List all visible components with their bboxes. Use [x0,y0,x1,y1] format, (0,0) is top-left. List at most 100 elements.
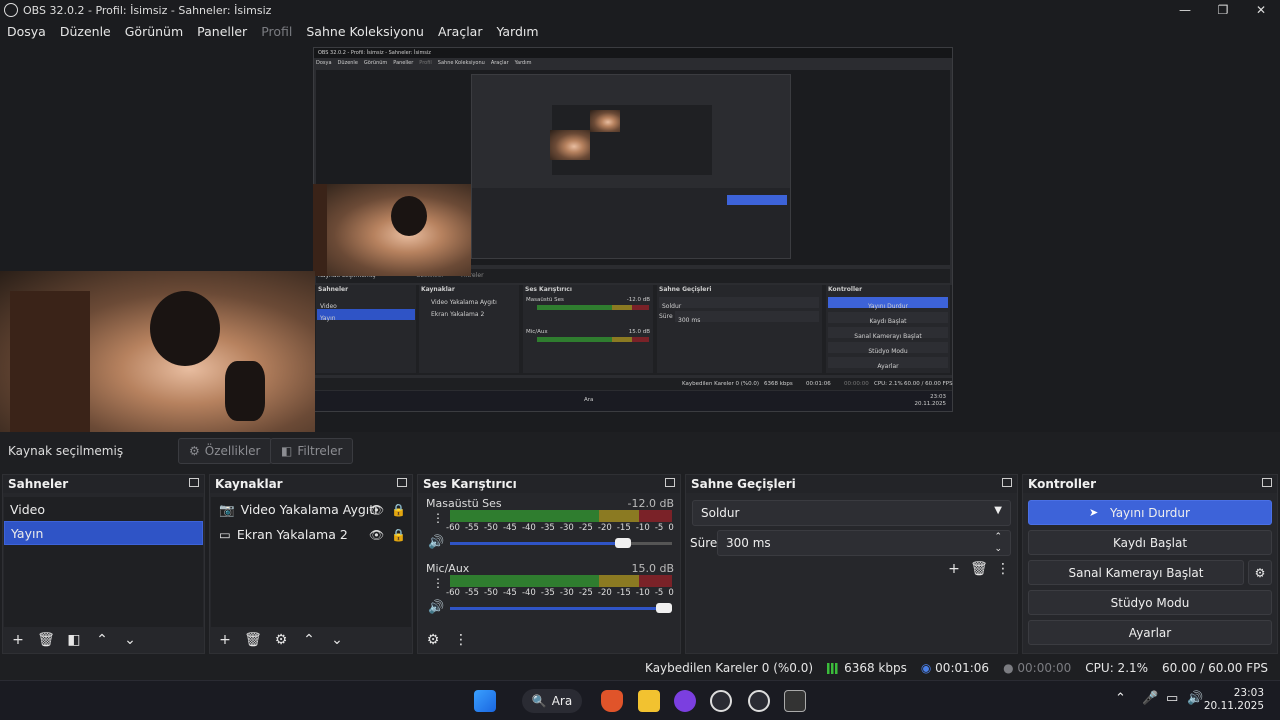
obs-taskbar-icon[interactable] [710,690,732,712]
undock-icon[interactable] [1002,478,1012,487]
undock-icon[interactable] [665,478,675,487]
minimize-button[interactable]: — [1166,0,1204,20]
nested-dock-title: Sahneler [318,286,349,293]
volume-slider[interactable] [450,603,672,613]
studio-mode-label: Stüdyo Modu [1110,595,1190,610]
record-timer: ● 00:00:00 [1003,661,1071,675]
stop-streaming-button[interactable]: Yayını Durdur [1028,500,1272,525]
webcam-overlay [0,271,315,449]
menu-profile[interactable]: Profil [254,24,299,39]
source-label: Ekran Yakalama 2 [236,527,348,542]
search-label: Ara [551,694,573,708]
menu-bar: Dosya Düzenle Görünüm Paneller Profil Sa… [0,20,1280,42]
studio-mode-button[interactable]: Stüdyo Modu [1028,590,1272,615]
speaker-icon[interactable]: 🔊 [428,600,444,615]
visibility-eye-icon[interactable]: 👁 [369,503,384,517]
transition-select[interactable]: Soldur ▼ [692,500,1011,526]
nested-menu-item: Sahne Koleksiyonu [437,60,485,66]
preview-canvas[interactable]: OBS 32.0.2 - Profil: İsimsiz - Sahneler:… [0,42,1280,449]
app-circle-icon[interactable] [748,690,770,712]
sources-list: 📷 Video Yakalama Aygıtı 👁 🔒 ▭ Ekran Yaka… [211,497,411,627]
move-down-icon[interactable]: ⌄ [121,632,139,648]
windows-start-icon[interactable] [474,690,496,712]
kebab-menu-icon[interactable]: ⋮ [994,561,1012,577]
trash-icon[interactable]: 🗑 [970,561,988,577]
move-down-icon[interactable]: ⌄ [328,632,346,648]
speaker-icon[interactable]: 🔊 [428,535,444,550]
move-up-icon[interactable]: ⌃ [93,632,111,648]
advanced-audio-gear-icon[interactable]: ⚙ [424,632,442,648]
virtual-camera-label: Sanal Kamerayı Başlat [1068,565,1204,580]
file-explorer-icon[interactable] [638,690,660,712]
spin-arrows-icon[interactable]: ⌃ ⌄ [994,531,1002,555]
undock-icon[interactable] [1262,478,1272,487]
scene-filter-icon[interactable]: ◧ [65,632,83,648]
menu-help[interactable]: Yardım [489,24,545,39]
scene-item-video[interactable]: Video [4,497,203,521]
menu-tools[interactable]: Araçlar [431,24,490,39]
add-icon[interactable]: + [945,561,963,577]
gear-icon[interactable]: ⚙ [272,632,290,648]
kebab-menu-icon[interactable]: ⋮ [432,511,444,525]
add-icon[interactable]: + [216,632,234,648]
microphone-icon[interactable]: 🎤 [1142,691,1158,706]
lock-icon[interactable]: 🔒 [391,528,406,542]
menu-scene-collection[interactable]: Sahne Koleksiyonu [299,24,431,39]
app-purple-icon[interactable] [674,690,696,712]
lock-icon[interactable]: 🔒 [391,503,406,517]
record-icon: ● [1003,661,1014,675]
nested-dock-title: Kontroller [828,286,863,293]
undock-icon[interactable] [397,478,407,487]
filters-button[interactable]: ◧ Filtreler [270,438,354,464]
duration-spinbox[interactable]: 300 ms ⌃ ⌄ [717,530,1011,556]
source-item[interactable]: ▭ Ekran Yakalama 2 👁 🔒 [211,522,411,547]
source-item[interactable]: 📷 Video Yakalama Aygıtı 👁 🔒 [211,497,411,522]
volume-meter [450,510,672,522]
streaming-icon: ◉ [920,661,932,675]
volume-slider[interactable] [450,538,672,548]
network-icon[interactable]: ▭ [1166,691,1178,706]
nested-control: Yayını Durdur [868,303,908,310]
nested-title: OBS 32.0.2 - Profil: İsimsiz - Sahneler:… [318,50,431,56]
kebab-menu-icon[interactable]: ⋮ [452,632,470,648]
show-hidden-icons-icon[interactable]: ⌃ [1115,691,1126,706]
slider-knob[interactable] [615,538,631,548]
properties-button[interactable]: ⚙ Özellikler [178,438,272,464]
monitor-icon: ▭ [219,527,231,542]
virtual-camera-settings-button[interactable]: ⚙ [1248,560,1272,585]
undock-icon[interactable] [189,478,199,487]
nested-source-item: Ekran Yakalama 2 [431,311,485,318]
properties-label: Özellikler [204,444,261,458]
scale-tick: -25 [578,588,593,598]
trash-icon[interactable]: 🗑 [244,632,262,648]
kebab-menu-icon[interactable]: ⋮ [432,576,444,590]
menu-edit[interactable]: Düzenle [53,24,118,39]
channel-name: Masaüstü Ses [426,497,502,510]
start-virtual-camera-button[interactable]: Sanal Kamerayı Başlat [1028,560,1244,585]
scale-tick: -30 [559,523,574,533]
volume-icon[interactable]: 🔊 [1187,691,1203,706]
brave-browser-icon[interactable] [601,690,623,712]
close-button[interactable]: ✕ [1242,0,1280,20]
move-up-icon[interactable]: ⌃ [300,632,318,648]
menu-view[interactable]: Görünüm [118,24,190,39]
nested-control: Stüdyo Modu [868,348,908,355]
scene-item-yayin[interactable]: Yayın [4,521,203,545]
add-icon[interactable]: + [9,632,27,648]
scale-tick: -5 [654,523,664,533]
visibility-eye-icon[interactable]: 👁 [369,528,384,542]
terminal-icon[interactable] [784,690,806,712]
scale-tick: -15 [616,523,631,533]
nested-control: Sanal Kamerayı Başlat [854,333,922,340]
trash-icon[interactable]: 🗑 [37,632,55,648]
settings-button[interactable]: Ayarlar [1028,620,1272,645]
maximize-button[interactable]: ❐ [1204,0,1242,20]
menu-file[interactable]: Dosya [0,24,53,39]
menu-docks[interactable]: Paneller [190,24,254,39]
slider-knob[interactable] [656,603,672,613]
scale-tick: -60 [446,588,460,598]
start-recording-button[interactable]: Kaydı Başlat [1028,530,1272,555]
nested-dock-title: Ses Karıştırıcı [525,286,572,293]
taskbar-search-button[interactable]: 🔍 Ara [522,689,582,713]
taskbar-clock[interactable]: 23:03 20.11.2025 [1204,687,1264,713]
